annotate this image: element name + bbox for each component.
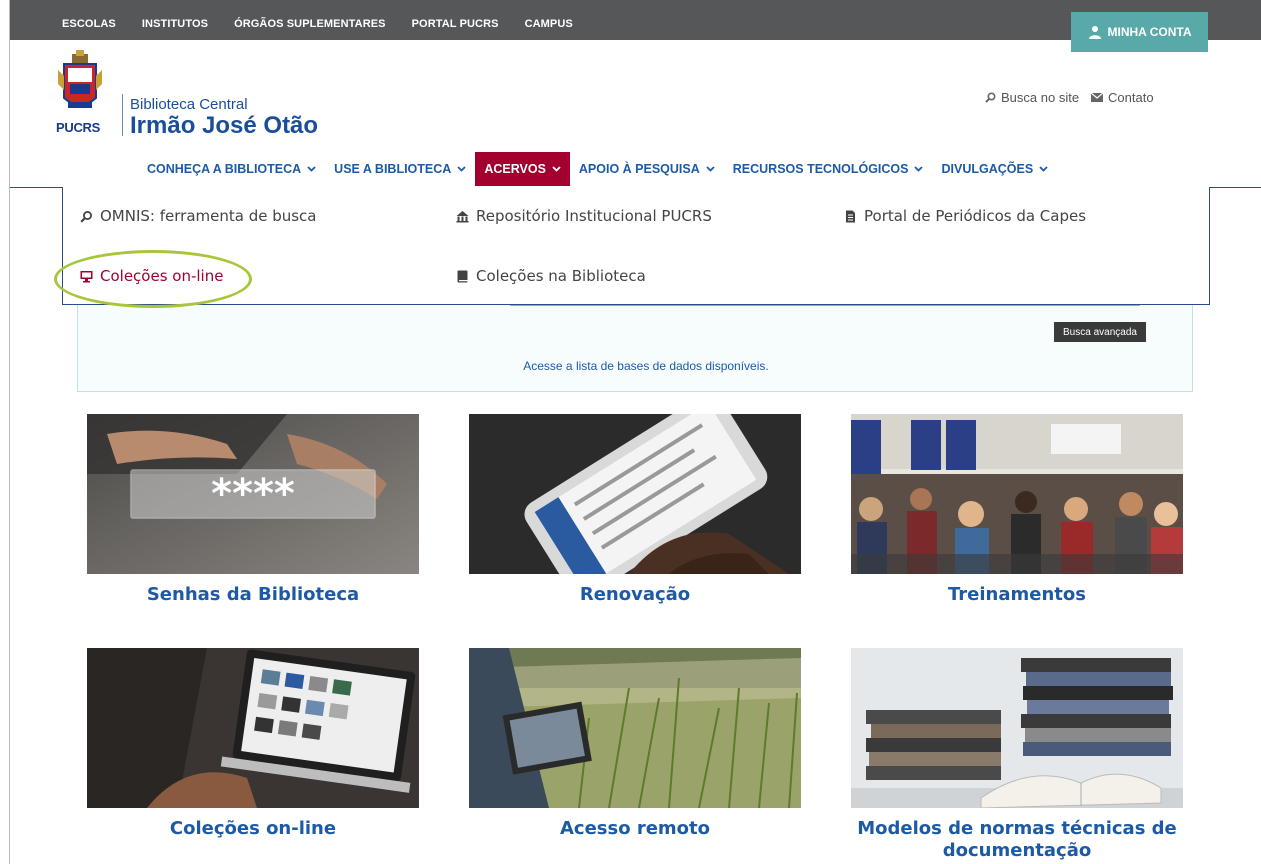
site-search-label: Busca no site	[1001, 90, 1080, 105]
dropdown-item-colecoes-biblioteca[interactable]: Coleções na Biblioteca	[456, 267, 646, 285]
nav-label: DIVULGAÇÕES	[941, 162, 1034, 176]
books-stack-image	[851, 648, 1183, 808]
nav-item-conheca[interactable]: CONHEÇA A BIBLIOTECA	[138, 152, 325, 186]
card-senhas[interactable]: **** Senhas da Biblioteca	[87, 414, 419, 606]
acervos-dropdown: OMNIS: ferramenta de busca Repositório I…	[62, 187, 1210, 305]
card-image	[469, 414, 801, 574]
library-logo[interactable]: PUCRS Biblioteca Central Irmão José Otão	[50, 50, 350, 140]
nav-item-divulgacoes[interactable]: DIVULGAÇÕES	[932, 152, 1057, 186]
card-image	[851, 648, 1183, 808]
nav-item-apoio[interactable]: APOIO À PESQUISA	[570, 152, 724, 186]
nav-label: CONHEÇA A BIBLIOTECA	[147, 162, 302, 176]
card-modelos-normas[interactable]: Modelos de normas técnicas de documentaç…	[851, 648, 1183, 862]
nav-label: APOIO À PESQUISA	[578, 162, 700, 176]
nav-item-acervos[interactable]: ACERVOS	[475, 152, 570, 186]
header-tools: Busca no site Contato	[985, 90, 1154, 105]
top-link-campus[interactable]: CAMPUS	[525, 18, 573, 30]
dropdown-item-repositorio[interactable]: Repositório Institucional PUCRS	[456, 207, 712, 225]
book-icon	[457, 270, 468, 282]
my-account-button[interactable]: MINHA CONTA	[1071, 12, 1208, 52]
card-title: Acesso remoto	[559, 818, 711, 839]
nav-divider	[10, 187, 63, 188]
nav-divider	[1209, 187, 1261, 188]
card-image	[851, 414, 1183, 574]
dropdown-item-capes[interactable]: Portal de Periódicos da Capes	[844, 207, 1086, 225]
chevron-down-icon	[457, 166, 466, 172]
databases-link[interactable]: Acesse a lista de bases de dados disponí…	[10, 359, 1261, 373]
card-title: Renovação	[579, 584, 691, 605]
dropdown-item-colecoes-online[interactable]: Coleções on-line	[80, 267, 223, 285]
user-icon	[1088, 26, 1101, 39]
dropdown-item-label: Repositório Institucional PUCRS	[476, 207, 712, 225]
contact-link[interactable]: Contato	[1091, 90, 1154, 105]
card-acesso-remoto[interactable]: Acesso remoto	[469, 648, 801, 840]
search-input-underline	[510, 305, 1140, 306]
top-link-escolas[interactable]: ESCOLAS	[62, 18, 116, 30]
chevron-down-icon	[552, 166, 561, 172]
logo-divider	[122, 94, 123, 136]
card-title: Treinamentos	[948, 584, 1086, 605]
card-title: Modelos de normas técnicas de documentaç…	[857, 818, 1177, 861]
top-link-institutos[interactable]: INSTITUTOS	[142, 18, 208, 30]
card-renovacao[interactable]: Renovação	[469, 414, 801, 606]
outdoor-laptop-image	[469, 648, 801, 808]
chevron-down-icon	[706, 166, 715, 172]
chevron-down-icon	[914, 166, 924, 172]
card-title: Senhas da Biblioteca	[146, 584, 360, 605]
phone-app-image	[469, 414, 801, 574]
card-image	[469, 648, 801, 808]
pucrs-wordmark: PUCRS	[56, 120, 101, 135]
laptop-password-image: ****	[87, 414, 419, 574]
laptop-collections-image	[87, 648, 419, 808]
dropdown-item-label: Coleções na Biblioteca	[476, 267, 646, 285]
nav-label: USE A BIBLIOTECA	[334, 162, 452, 176]
top-links: ESCOLAS INSTITUTOS ÓRGÃOS SUPLEMENTARES …	[62, 18, 573, 30]
card-treinamentos[interactable]: Treinamentos	[851, 414, 1183, 606]
search-icon	[80, 210, 92, 223]
password-stars: ****	[211, 471, 295, 517]
top-link-portal[interactable]: PORTAL PUCRS	[412, 18, 499, 30]
crest-icon	[58, 50, 102, 108]
contact-label: Contato	[1108, 90, 1154, 105]
top-link-orgaos[interactable]: ÓRGÃOS SUPLEMENTARES	[234, 18, 386, 30]
building-icon	[456, 210, 469, 222]
search-icon	[985, 92, 996, 103]
logo-title: Irmão José Otão	[130, 112, 319, 139]
nav-item-use[interactable]: USE A BIBLIOTECA	[325, 152, 475, 186]
chevron-down-icon	[1039, 166, 1048, 172]
dropdown-item-omnis[interactable]: OMNIS: ferramenta de busca	[80, 207, 317, 225]
my-account-label: MINHA CONTA	[1107, 25, 1192, 39]
document-icon	[846, 210, 855, 222]
main-nav: CONHEÇA A BIBLIOTECA USE A BIBLIOTECA AC…	[138, 152, 1057, 186]
advanced-search-button[interactable]: Busca avançada	[1054, 322, 1146, 342]
nav-label: RECURSOS TECNOLÓGICOS	[732, 162, 909, 176]
nav-label: ACERVOS	[484, 162, 546, 176]
site-search-link[interactable]: Busca no site	[985, 90, 1079, 105]
dropdown-item-label: Portal de Periódicos da Capes	[864, 207, 1087, 225]
dropdown-item-label: Coleções on-line	[100, 267, 224, 285]
card-title: Coleções on-line	[169, 818, 337, 839]
page-frame: ESCOLAS INSTITUTOS ÓRGÃOS SUPLEMENTARES …	[9, 0, 1261, 864]
monitor-icon	[80, 270, 93, 282]
card-colecoes-online[interactable]: Coleções on-line	[87, 648, 419, 840]
mail-icon	[1091, 93, 1104, 102]
logo-subtitle: Biblioteca Central	[130, 96, 248, 113]
classroom-image	[851, 414, 1183, 574]
card-image	[87, 648, 419, 808]
chevron-down-icon	[307, 166, 316, 172]
card-image: ****	[87, 414, 419, 574]
nav-item-recursos[interactable]: RECURSOS TECNOLÓGICOS	[724, 152, 933, 186]
dropdown-item-label: OMNIS: ferramenta de busca	[100, 207, 317, 225]
